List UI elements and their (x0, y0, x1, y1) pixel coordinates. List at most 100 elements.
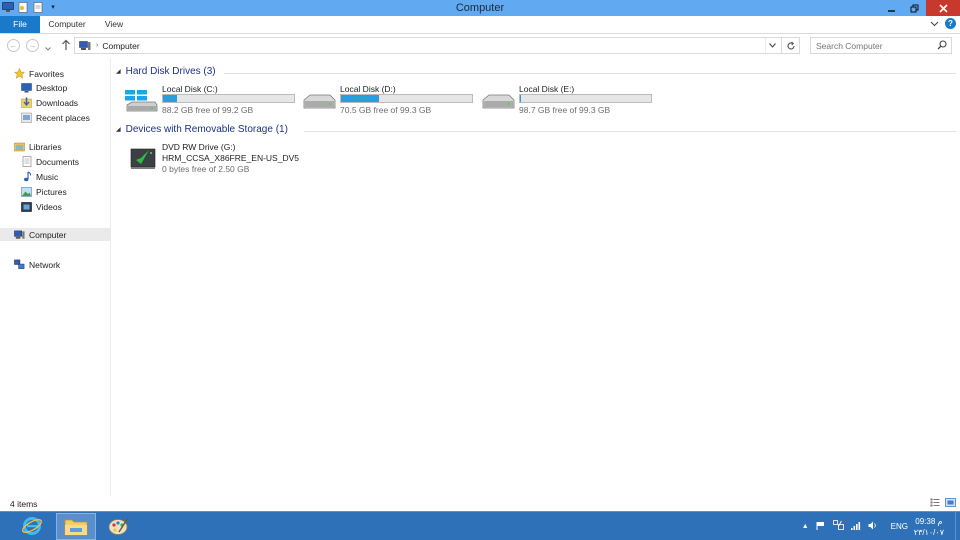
nav-downloads-label: Downloads (36, 97, 79, 108)
nav-computer[interactable]: Computer (0, 228, 111, 241)
drive-free-space: 0 bytes free of 2.50 GB (162, 164, 250, 174)
collapse-triangle-icon[interactable]: ◢ (116, 68, 121, 75)
group-title-removable-storage: Devices with Removable Storage (1) (125, 124, 288, 135)
taskbar: ▲ ENG 09:38 م ۲۳/۱۰/۰۷ (0, 511, 960, 540)
nav-favorites[interactable]: Favorites (14, 67, 64, 80)
group-header-removable-storage[interactable]: ◢ Devices with Removable Storage (1) (116, 124, 956, 135)
tab-view[interactable]: View (98, 16, 130, 33)
nav-documents[interactable]: Documents (21, 155, 79, 168)
drive-usage-bar (519, 94, 652, 103)
large-icons-view-icon[interactable] (945, 498, 956, 509)
minimize-button[interactable] (880, 0, 903, 16)
network-status-icon[interactable] (832, 520, 844, 532)
clock-time: 09:38 م (915, 517, 943, 526)
show-hidden-icons-icon[interactable]: ▲ (802, 523, 809, 530)
window-title: Computer (455, 2, 505, 14)
downloads-icon (21, 97, 32, 108)
nav-music-label: Music (36, 171, 59, 182)
nav-videos[interactable]: Videos (21, 200, 62, 213)
nav-desktop-label: Desktop (36, 82, 68, 93)
videos-icon (21, 201, 32, 212)
nav-documents-label: Documents (36, 156, 79, 167)
nav-network[interactable]: Network (14, 258, 60, 271)
pictures-icon (21, 186, 32, 197)
group-header-hard-disk-drives[interactable]: ◢ Hard Disk Drives (3) (116, 66, 956, 77)
show-desktop-button[interactable] (955, 512, 960, 540)
drive-usage-bar (162, 94, 295, 103)
search-input[interactable] (811, 38, 931, 53)
content-pane: ◢ Hard Disk Drives (3) Local Disk (C:) 8… (112, 58, 960, 496)
explorer-icon (64, 516, 88, 538)
tab-file[interactable]: File (0, 16, 40, 33)
signal-strength-icon[interactable] (850, 521, 861, 532)
search-box[interactable] (810, 37, 952, 54)
drive-usage-fill (163, 95, 178, 102)
recent-icon (21, 112, 32, 123)
volume-icon[interactable] (868, 521, 878, 532)
nav-libraries[interactable]: Libraries (14, 140, 62, 153)
nav-network-label: Network (29, 259, 61, 270)
group-divider (304, 131, 956, 132)
drive-free-space: 98.7 GB free of 99.3 GB (519, 105, 611, 115)
documents-icon (21, 156, 32, 167)
ribbon-right-controls: ? (930, 18, 956, 29)
dvd-drive-icon (124, 144, 158, 172)
clock[interactable]: 09:38 م ۲۳/۱۰/۰۷ (914, 516, 944, 538)
computer-icon (79, 40, 91, 51)
drive-free-space: 70.5 GB free of 99.3 GB (340, 105, 432, 115)
group-divider (224, 73, 956, 74)
nav-pictures[interactable]: Pictures (21, 185, 67, 198)
forward-button[interactable]: → (26, 39, 39, 52)
nav-recent-places[interactable]: Recent places (21, 111, 90, 124)
nav-pictures-label: Pictures (36, 186, 67, 197)
nav-recent-places-label: Recent places (36, 112, 90, 123)
taskbar-paint[interactable] (99, 513, 139, 540)
drive-volume-label: HRM_CCSA_X86FRE_EN-US_DV5 (162, 153, 299, 163)
collapse-triangle-icon[interactable]: ◢ (116, 126, 121, 133)
expand-ribbon-icon[interactable] (930, 19, 939, 29)
address-bar[interactable]: › Computer (74, 37, 800, 54)
refresh-icon[interactable] (781, 38, 799, 53)
back-button[interactable]: ← (7, 39, 20, 52)
drive-item-e[interactable]: Local Disk (E:) 98.7 GB free of 99.3 GB (481, 84, 653, 116)
nav-libraries-label: Libraries (29, 141, 62, 152)
ribbon: File Computer View ? (0, 16, 960, 34)
search-icon[interactable] (937, 40, 947, 52)
nav-desktop[interactable]: Desktop (21, 81, 67, 94)
help-icon[interactable]: ? (945, 18, 956, 29)
system-tray: ▲ ENG (802, 520, 908, 532)
nav-videos-label: Videos (36, 201, 62, 212)
recent-locations-icon[interactable] (45, 43, 51, 53)
details-view-icon[interactable] (930, 498, 940, 509)
drive-item-dvd[interactable]: DVD RW Drive (G:) HRM_CCSA_X86FRE_EN-US_… (124, 142, 324, 174)
drive-free-space: 88.2 GB free of 99.2 GB (162, 105, 254, 115)
restore-button[interactable] (903, 0, 926, 16)
tab-computer[interactable]: Computer (44, 16, 90, 33)
taskbar-file-explorer[interactable] (56, 513, 96, 540)
action-center-flag-icon[interactable] (816, 521, 826, 532)
breadcrumb-computer[interactable]: Computer (102, 41, 139, 51)
drive-item-d[interactable]: Local Disk (D:) 70.5 GB free of 99.3 GB (302, 84, 474, 116)
address-dropdown-icon[interactable] (765, 38, 779, 53)
drive-usage-fill (341, 95, 379, 102)
drive-name: Local Disk (E:) (519, 84, 575, 94)
breadcrumb-chevron-icon[interactable]: › (96, 42, 98, 49)
view-buttons (930, 498, 956, 509)
ie-icon (21, 515, 43, 539)
network-icon (14, 259, 25, 270)
star-icon (14, 68, 25, 79)
drive-usage-bar (340, 94, 473, 103)
drive-name: DVD RW Drive (G:) (162, 142, 236, 152)
nav-music[interactable]: Music (21, 170, 58, 183)
taskbar-internet-explorer[interactable] (12, 513, 52, 540)
language-indicator[interactable]: ENG (891, 522, 908, 531)
paint-icon (108, 515, 130, 539)
drive-usage-fill (520, 95, 522, 102)
close-button[interactable] (926, 0, 960, 16)
up-arrow-icon[interactable] (61, 39, 71, 53)
nav-downloads[interactable]: Downloads (21, 96, 78, 109)
item-count: 4 items (10, 499, 38, 509)
drive-item-c[interactable]: Local Disk (C:) 88.2 GB free of 99.2 GB (124, 84, 296, 116)
nav-computer-label: Computer (29, 229, 67, 240)
navigation-pane: Favorites Desktop Downloads Recent place… (0, 58, 111, 496)
